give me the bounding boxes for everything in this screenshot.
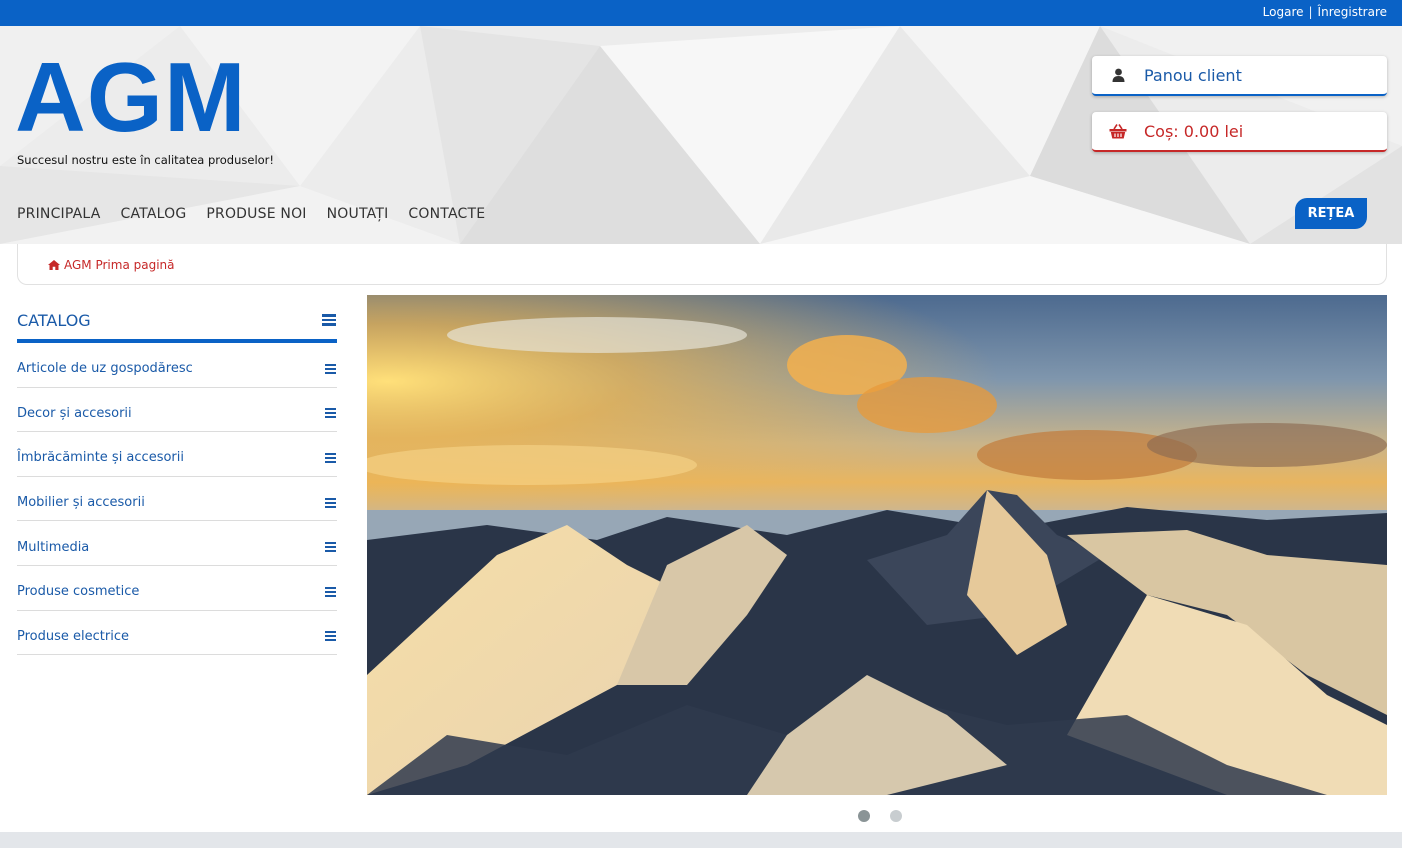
menu-icon[interactable] [322,314,336,326]
catalog-header: CATALOG [17,295,337,343]
auth-links: Logare | Înregistrare [1263,5,1387,19]
nav-item-contacte[interactable]: CONTACTE [408,206,485,222]
catalog-title: CATALOG [17,310,91,330]
footer-strip [0,832,1402,848]
catalog-item[interactable]: Produse electrice [17,611,337,656]
slider-dot[interactable] [858,810,870,822]
site-logo[interactable]: AGM [15,48,247,146]
home-icon [48,260,60,270]
catalog-item-label: Produse electrice [17,628,129,644]
client-panel-button[interactable]: Panou client [1092,56,1387,96]
catalog-item[interactable]: Mobilier și accesorii [17,477,337,522]
catalog-item[interactable]: Produse cosmetice [17,566,337,611]
top-bar: Logare | Înregistrare [0,0,1402,26]
menu-icon[interactable] [325,497,336,508]
breadcrumb: AGM Prima pagină [17,244,1387,285]
client-panel-label: Panou client [1144,65,1242,85]
site-header: AGM Succesul nostru este în calitatea pr… [0,26,1402,244]
catalog-item[interactable]: Articole de uz gospodăresc [17,343,337,388]
menu-icon[interactable] [325,631,336,642]
auth-separator: | [1308,5,1313,19]
mountain-slide-image [367,295,1387,795]
slider-dot[interactable] [890,810,902,822]
site-slogan: Succesul nostru este în calitatea produs… [17,153,275,167]
nav-item-catalog[interactable]: CATALOG [121,206,187,222]
menu-icon[interactable] [325,542,336,553]
nav-item-produse-noi[interactable]: PRODUSE NOI [206,206,306,222]
user-icon [1092,68,1144,82]
breadcrumb-home-label: AGM Prima pagină [64,258,175,272]
nav-item-noutati[interactable]: NOUTAȚI [327,206,389,222]
catalog-item-label: Decor și accesorii [17,405,132,421]
cart-button[interactable]: Coș: 0.00 lei [1092,112,1387,152]
retea-button[interactable]: REȚEA [1295,198,1367,229]
cart-label: Coș: 0.00 lei [1144,121,1244,141]
slider-dots [858,810,902,822]
menu-icon[interactable] [325,452,336,463]
catalog-sidebar: CATALOG Articole de uz gospodăresc Decor… [17,295,337,656]
catalog-item-label: Îmbrăcăminte și accesorii [17,450,184,466]
catalog-item-label: Articole de uz gospodăresc [17,361,193,377]
catalog-item[interactable]: Îmbrăcăminte și accesorii [17,432,337,477]
catalog-item-label: Produse cosmetice [17,584,140,600]
menu-icon[interactable] [325,408,336,419]
main-nav: PRINCIPALA CATALOG PRODUSE NOI NOUTAȚI C… [17,206,485,222]
menu-icon[interactable] [325,363,336,374]
basket-icon [1092,123,1144,139]
catalog-item-label: Mobilier și accesorii [17,495,145,511]
catalog-item[interactable]: Multimedia [17,521,337,566]
nav-item-principala[interactable]: PRINCIPALA [17,206,101,222]
register-link[interactable]: Înregistrare [1318,5,1387,19]
menu-icon[interactable] [325,586,336,597]
catalog-list: Articole de uz gospodăresc Decor și acce… [17,343,337,656]
hero-slider[interactable] [367,295,1387,795]
login-link[interactable]: Logare [1263,5,1304,19]
catalog-item-label: Multimedia [17,539,90,555]
breadcrumb-home[interactable]: AGM Prima pagină [48,258,175,272]
catalog-item[interactable]: Decor și accesorii [17,388,337,433]
